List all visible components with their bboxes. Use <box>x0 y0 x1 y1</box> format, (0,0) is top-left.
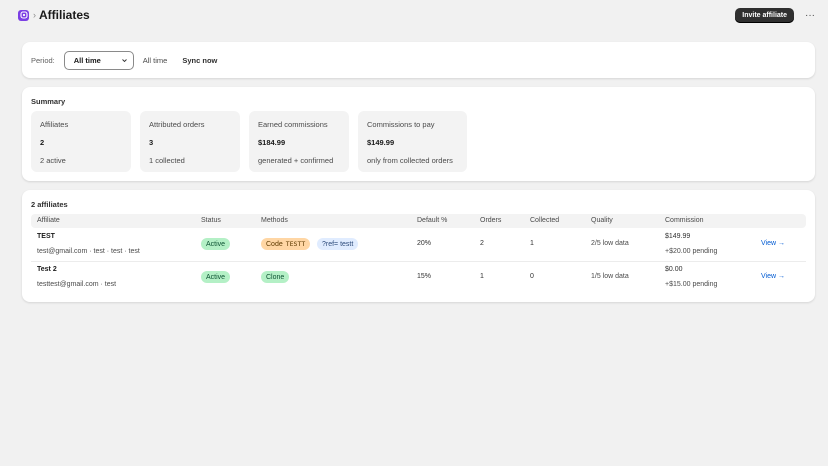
stat-label: Commissions to pay <box>367 120 435 129</box>
orders-count: 2 <box>480 240 484 247</box>
page-title: Affiliates <box>39 8 90 22</box>
stat-commissions-to-pay: Commissions to pay $149.99 only from col… <box>358 111 467 172</box>
commission-pending: +$20.00 pending <box>665 248 718 255</box>
stat-value: 3 <box>149 138 154 147</box>
method-code-value: TESTT <box>285 240 306 248</box>
period-select-value: All time <box>73 55 101 65</box>
affiliates-table-card: 2 affiliates Affiliate Status Methods De… <box>22 190 815 302</box>
status-badge: Active <box>201 238 231 250</box>
stat-sub: only from collected orders <box>367 156 453 165</box>
default-percent: 15% <box>417 273 432 280</box>
collected-count: 1 <box>530 240 534 247</box>
stat-value: $149.99 <box>367 138 395 147</box>
stat-value: 2 <box>40 138 45 147</box>
stat-earned-commissions: Earned commissions $184.99 generated + c… <box>249 111 349 172</box>
affiliates-count-title: 2 affiliates <box>31 200 68 209</box>
method-code-prefix: Code <box>266 240 283 248</box>
affiliate-detail: testtest@gmail.com · test <box>37 281 117 288</box>
method-code-badge: Code TESTT <box>261 238 311 250</box>
column-header[interactable]: Collected <box>530 217 559 224</box>
period-card: Period: All time All time Sync now <box>22 42 815 78</box>
method-ref-badge: ?ref= testt <box>317 238 359 250</box>
commission-pending: +$15.00 pending <box>665 281 718 288</box>
stat-sub: 1 collected <box>149 156 185 165</box>
table-row[interactable]: TEST test@gmail.com · test · test · test… <box>31 228 806 262</box>
column-header[interactable]: Orders <box>480 217 501 224</box>
default-percent: 20% <box>417 240 432 247</box>
stat-label: Earned commissions <box>258 120 328 129</box>
quality-score: 2/5 low data <box>591 240 629 247</box>
stat-affiliates: Affiliates 2 2 active <box>31 111 131 172</box>
column-header[interactable]: Status <box>201 217 221 224</box>
stat-label: Affiliates <box>40 120 69 129</box>
top-bar: › Affiliates Invite affiliate ··· <box>18 7 816 23</box>
period-value-text: All time <box>142 55 168 65</box>
quality-score: 1/5 low data <box>591 273 629 280</box>
status-badge: Active <box>201 271 231 283</box>
breadcrumb-separator: › <box>33 10 36 20</box>
stat-label: Attributed orders <box>149 120 205 129</box>
view-affiliate-link[interactable]: View → <box>761 273 785 280</box>
column-header[interactable]: Quality <box>591 217 613 224</box>
period-label: Period: <box>31 55 55 65</box>
table-header: Affiliate Status Methods Default % Order… <box>31 214 806 228</box>
commission-amount: $149.99 <box>665 233 691 240</box>
stat-attributed-orders: Attributed orders 3 1 collected <box>140 111 240 172</box>
summary-title: Summary <box>31 97 66 106</box>
invite-affiliate-button[interactable]: Invite affiliate <box>735 7 794 23</box>
column-header[interactable]: Commission <box>665 217 704 224</box>
stat-value: $184.99 <box>258 138 286 147</box>
affiliate-detail: test@gmail.com · test · test · test <box>37 248 140 255</box>
affiliate-name: Test 2 <box>37 266 57 273</box>
app-logo-glyph <box>19 11 28 19</box>
column-header[interactable]: Default % <box>417 217 447 224</box>
method-clone-badge: Clone <box>261 271 290 283</box>
table-row[interactable]: Test 2 testtest@gmail.com · test Active … <box>31 262 806 294</box>
stat-sub: 2 active <box>40 156 66 165</box>
orders-count: 1 <box>480 273 484 280</box>
column-header[interactable]: Methods <box>261 217 288 224</box>
collected-count: 0 <box>530 273 534 280</box>
more-actions-icon[interactable]: ··· <box>804 10 816 21</box>
period-select[interactable]: All time <box>63 50 134 70</box>
stat-sub: generated + confirmed <box>258 156 334 165</box>
column-header[interactable]: Affiliate <box>37 217 60 224</box>
chevron-down-icon <box>121 58 127 62</box>
commission-amount: $0.00 <box>665 266 683 273</box>
sync-now-button[interactable]: Sync now <box>182 56 217 65</box>
affiliate-name: TEST <box>37 233 55 240</box>
app-logo-icon[interactable] <box>18 9 29 21</box>
view-affiliate-link[interactable]: View → <box>761 240 785 247</box>
summary-card: Summary Affiliates 2 2 active Attributed… <box>22 87 815 181</box>
